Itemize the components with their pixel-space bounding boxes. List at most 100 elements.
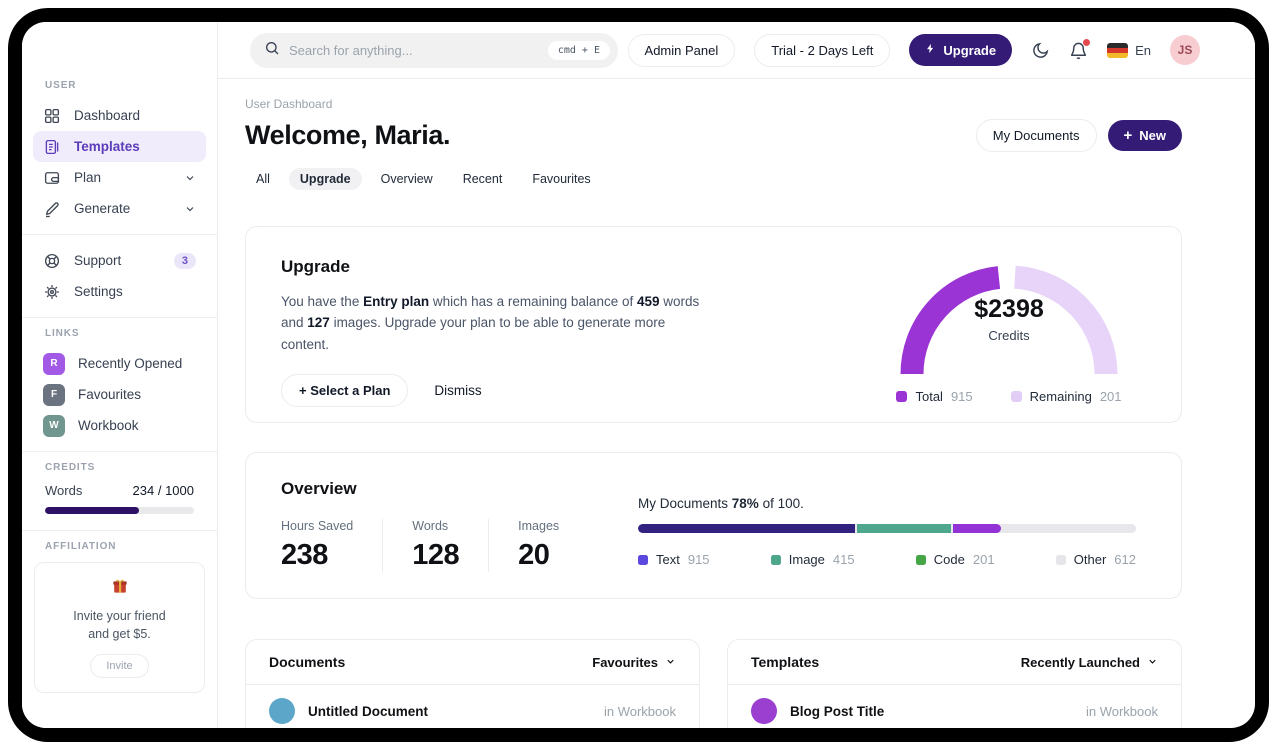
letter-badge-w: W bbox=[43, 414, 65, 437]
templates-filter-dropdown[interactable]: Recently Launched bbox=[1021, 655, 1158, 670]
sidebar-item-label: Settings bbox=[74, 284, 123, 299]
document-avatar bbox=[269, 698, 295, 724]
stat-images: Images 20 bbox=[488, 519, 588, 572]
gauge-legend: Total 915 Remaining 201 bbox=[896, 389, 1122, 404]
sidebar-item-templates[interactable]: Templates bbox=[33, 131, 206, 162]
sidebar-item-dashboard[interactable]: Dashboard bbox=[33, 100, 206, 131]
notifications-bell-icon[interactable] bbox=[1069, 38, 1091, 60]
sidebar-item-generate[interactable]: Generate bbox=[33, 193, 206, 224]
overview-card-title: Overview bbox=[281, 479, 357, 498]
dashboard-grid-icon bbox=[43, 107, 61, 125]
overview-card: Overview Hours Saved 238 Words 128 Image… bbox=[245, 452, 1182, 599]
template-avatar bbox=[751, 698, 777, 724]
page-title: Welcome, Maria. bbox=[245, 120, 451, 150]
tab-all[interactable]: All bbox=[245, 168, 281, 190]
segment-image bbox=[856, 524, 952, 533]
sidebar-link-favourites[interactable]: F Favourites bbox=[33, 379, 206, 410]
admin-panel-button[interactable]: Admin Panel bbox=[627, 33, 736, 67]
documents-panel-title: Documents bbox=[269, 654, 346, 670]
upgrade-button[interactable]: Upgrade bbox=[909, 34, 1013, 66]
templates-panel: Templates Recently Launched Blog Post Ti… bbox=[727, 639, 1182, 728]
sidebar-link-recently-opened[interactable]: R Recently Opened bbox=[33, 348, 206, 379]
support-count-badge: 3 bbox=[173, 252, 196, 269]
affiliation-text: Invite your friend and get $5. bbox=[73, 609, 166, 642]
select-plan-button[interactable]: + Select a Plan bbox=[281, 373, 409, 407]
upgrade-card-title: Upgrade bbox=[281, 257, 350, 276]
chevron-down-icon bbox=[184, 172, 196, 184]
search-bar[interactable]: cmd + E bbox=[250, 32, 618, 68]
lifebuoy-icon bbox=[43, 252, 61, 270]
sidebar-divider bbox=[22, 530, 217, 531]
legend-item-total: Total 915 bbox=[896, 389, 973, 404]
invite-button[interactable]: Invite bbox=[90, 654, 149, 679]
segment-text bbox=[638, 524, 855, 533]
document-list-item[interactable]: Untitled Document in Workbook bbox=[246, 685, 699, 728]
notification-dot bbox=[1083, 38, 1091, 46]
language-selector[interactable]: En bbox=[1107, 42, 1151, 58]
sidebar-link-label: Favourites bbox=[78, 387, 142, 402]
usage-legend: Text 915 Image 415 Code 201 Other 612 bbox=[638, 552, 1136, 567]
breadcrumb: User Dashboard bbox=[245, 97, 333, 111]
credits-gauge-chart: $2398 Credits Total 915 Remaining 201 bbox=[883, 227, 1135, 422]
sidebar-item-label: Plan bbox=[74, 170, 102, 185]
search-input[interactable] bbox=[289, 42, 548, 58]
chevron-down-icon bbox=[665, 655, 676, 670]
templates-document-icon bbox=[43, 138, 61, 156]
template-location: in Workbook bbox=[1085, 703, 1158, 719]
legend-item-other: Other 612 bbox=[1055, 552, 1136, 567]
tab-overview[interactable]: Overview bbox=[370, 168, 444, 190]
wallet-icon bbox=[43, 169, 61, 187]
sidebar-section-user: USER bbox=[45, 80, 77, 91]
sidebar: USER Dashboard Templates Plan Generate S… bbox=[22, 22, 218, 728]
usage-caption: My Documents 78% of 100. bbox=[638, 496, 804, 511]
sidebar-section-affiliation: AFFILIATION bbox=[45, 541, 117, 552]
gauge-center-label: Credits bbox=[988, 328, 1030, 343]
affiliation-card: Invite your friend and get $5. Invite bbox=[34, 562, 205, 694]
document-name: Untitled Document bbox=[308, 703, 428, 719]
dismiss-button[interactable]: Dismiss bbox=[434, 383, 481, 398]
sidebar-item-support[interactable]: Support 3 bbox=[33, 245, 206, 276]
sidebar-link-label: Workbook bbox=[78, 418, 139, 433]
tab-recent[interactable]: Recent bbox=[452, 168, 514, 190]
tab-upgrade[interactable]: Upgrade bbox=[288, 168, 362, 190]
documents-usage-chart: My Documents 78% of 100. Text 915 Image bbox=[638, 453, 1181, 598]
gauge-center-value: $2398 bbox=[974, 295, 1044, 323]
overview-stats: Hours Saved 238 Words 128 Images 20 bbox=[281, 519, 638, 572]
my-documents-button[interactable]: My Documents bbox=[975, 119, 1097, 152]
dark-mode-moon-icon[interactable] bbox=[1031, 41, 1050, 60]
sidebar-section-links: LINKS bbox=[45, 328, 80, 339]
sidebar-link-label: Recently Opened bbox=[78, 356, 183, 371]
legend-swatch bbox=[1010, 391, 1022, 402]
document-location: in Workbook bbox=[603, 703, 676, 719]
filter-tabs: All Upgrade Overview Recent Favourites bbox=[245, 168, 1182, 190]
legend-item-text: Text 915 bbox=[638, 552, 710, 567]
credits-value: 234 / 1000 bbox=[132, 483, 194, 498]
tab-favourites[interactable]: Favourites bbox=[521, 168, 601, 190]
gear-icon bbox=[43, 283, 61, 301]
app-window: USER Dashboard Templates Plan Generate S… bbox=[22, 22, 1255, 728]
trial-status-button[interactable]: Trial - 2 Days Left bbox=[754, 33, 891, 67]
chevron-down-icon bbox=[184, 203, 196, 215]
sidebar-item-label: Generate bbox=[74, 201, 131, 216]
new-button[interactable]: + New bbox=[1107, 120, 1182, 151]
legend-swatch bbox=[896, 391, 908, 402]
sidebar-item-label: Support bbox=[74, 253, 122, 268]
letter-badge-r: R bbox=[43, 352, 65, 375]
language-label: En bbox=[1135, 42, 1151, 58]
legend-swatch bbox=[638, 554, 648, 565]
documents-panel: Documents Favourites Untitled Document i… bbox=[245, 639, 700, 728]
user-avatar[interactable]: JS bbox=[1170, 35, 1200, 65]
sidebar-item-plan[interactable]: Plan bbox=[33, 162, 206, 193]
sidebar-item-label: Dashboard bbox=[74, 108, 141, 123]
chevron-down-icon bbox=[1147, 655, 1158, 670]
legend-item-remaining: Remaining 201 bbox=[1010, 389, 1122, 404]
upgrade-card-body: You have the Entry plan which has a rema… bbox=[281, 294, 700, 352]
template-list-item[interactable]: Blog Post Title in Workbook bbox=[728, 685, 1181, 728]
sidebar-link-workbook[interactable]: W Workbook bbox=[33, 410, 206, 441]
stat-hours-saved: Hours Saved 238 bbox=[281, 519, 354, 571]
documents-filter-dropdown[interactable]: Favourites bbox=[592, 655, 676, 670]
sidebar-item-label: Templates bbox=[74, 139, 140, 154]
sidebar-divider bbox=[22, 451, 217, 452]
sidebar-item-settings[interactable]: Settings bbox=[33, 276, 206, 307]
legend-swatch bbox=[1055, 554, 1066, 565]
